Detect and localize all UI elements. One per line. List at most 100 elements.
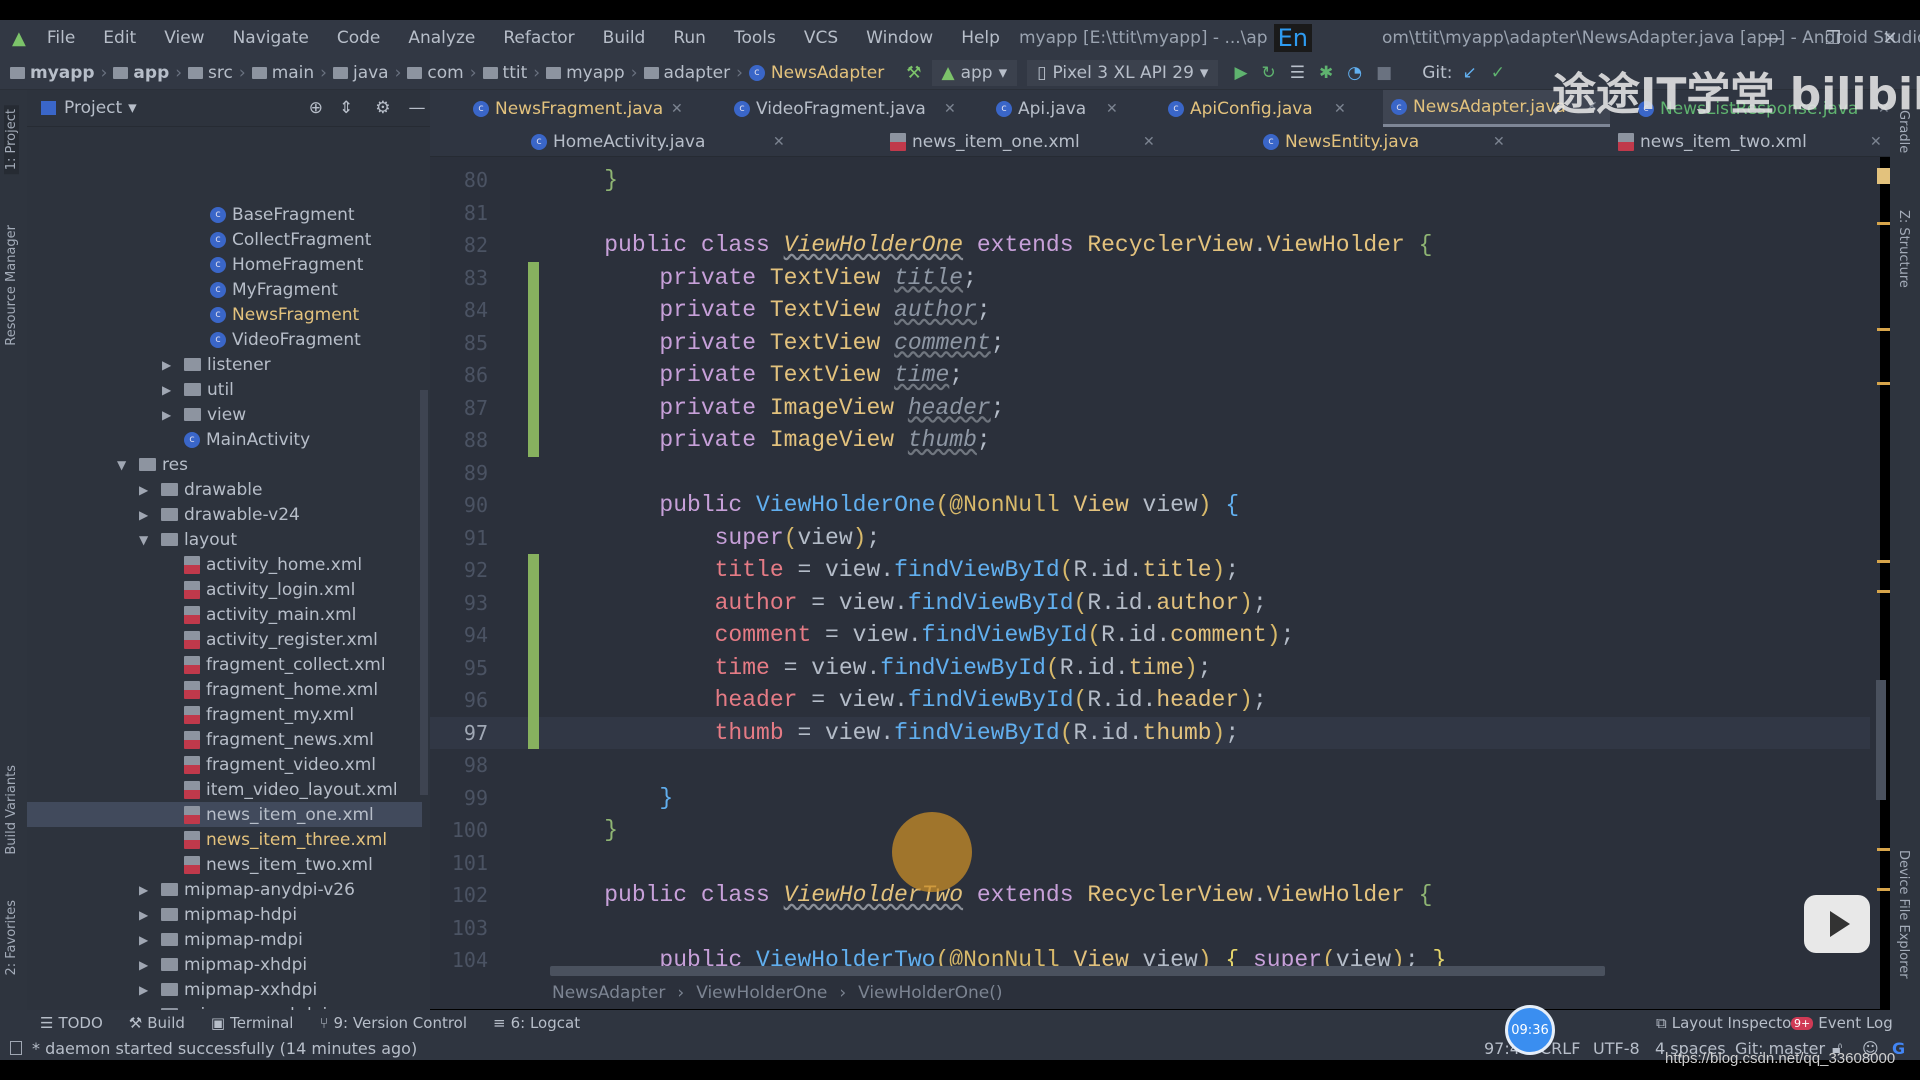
build-variants-tool-button[interactable]: Build Variants: [4, 765, 19, 855]
close-tab-icon[interactable]: ✕: [944, 101, 956, 117]
code-line[interactable]: public class ViewHolderTwo extends Recyc…: [549, 879, 1432, 911]
run-icon[interactable]: ▶: [1234, 63, 1247, 83]
code-line[interactable]: private TextView comment;: [549, 327, 1004, 359]
nav-crumb[interactable]: adapter ›: [643, 63, 743, 83]
editor-tab[interactable]: c ApiConfig.java ✕: [1160, 90, 1358, 127]
breadcrumb-class[interactable]: NewsAdapter: [540, 983, 677, 1003]
code-line[interactable]: time = view.findViewById(R.id.time);: [549, 652, 1212, 684]
code-line[interactable]: comment = view.findViewById(R.id.comment…: [549, 619, 1295, 651]
chevron-right-icon[interactable]: ▶: [139, 483, 148, 497]
nav-crumb[interactable]: java ›: [332, 63, 401, 83]
code-line[interactable]: public ViewHolderOne(@NonNull View view)…: [549, 489, 1239, 521]
resource-manager-tool-button[interactable]: Resource Manager: [4, 225, 19, 346]
profile-icon[interactable]: ◔: [1347, 63, 1362, 83]
nav-crumb[interactable]: myapp ›: [546, 63, 638, 83]
restore-button[interactable]: ❐: [1805, 20, 1861, 56]
editor-tab[interactable]: news_item_one.xml ✕: [882, 127, 1167, 156]
nav-crumb[interactable]: src ›: [188, 63, 246, 83]
code-line[interactable]: private TextView author;: [549, 294, 990, 326]
warning-marker[interactable]: [1877, 168, 1891, 184]
editor-tab[interactable]: c VideoFragment.java ✕: [726, 90, 968, 127]
menu-refactor[interactable]: Refactor: [496, 28, 581, 48]
menu-vcs[interactable]: VCS: [797, 28, 845, 48]
chevron-right-icon[interactable]: ▶: [162, 383, 171, 397]
favorites-tool-button[interactable]: 2: Favorites: [4, 900, 19, 976]
nav-crumb[interactable]: myapp ›: [10, 63, 107, 83]
close-tab-icon[interactable]: ✕: [1143, 134, 1155, 150]
code-line[interactable]: public class ViewHolderOne extends Recyc…: [549, 229, 1432, 261]
event-log-button[interactable]: 9+ Event Log: [1791, 1014, 1893, 1032]
chevron-right-icon[interactable]: ▶: [139, 508, 148, 522]
menu-view[interactable]: View: [157, 28, 211, 48]
code-line[interactable]: thumb = view.findViewById(R.id.thumb);: [549, 717, 1240, 749]
menu-build[interactable]: Build: [596, 28, 653, 48]
code-editor[interactable]: 80 } 81 82 public class ViewHolderOne exte…: [430, 157, 1880, 977]
stop-icon[interactable]: ■: [1376, 63, 1392, 83]
layout-inspector-button[interactable]: ⧉ Layout Inspector: [1656, 1014, 1797, 1032]
chevron-right-icon[interactable]: ▶: [139, 908, 148, 922]
project-tool-button[interactable]: 1: Project: [4, 105, 19, 175]
menu-help[interactable]: Help: [954, 28, 1007, 48]
apply-changes-icon[interactable]: ↻: [1262, 63, 1276, 83]
minimize-button[interactable]: —: [1745, 20, 1801, 56]
status-toggle-icon[interactable]: [10, 1041, 22, 1055]
nav-crumb[interactable]: com ›: [407, 63, 477, 83]
code-line[interactable]: }: [549, 782, 673, 814]
horizontal-scrollbar[interactable]: [550, 966, 1605, 976]
menu-file[interactable]: File: [40, 28, 82, 48]
menu-navigate[interactable]: Navigate: [226, 28, 316, 48]
device-select[interactable]: ▯ Pixel 3 XL API 29 ▾: [1027, 59, 1219, 86]
editor-tab[interactable]: c HomeActivity.java ✕: [523, 127, 797, 156]
close-tab-icon[interactable]: ✕: [671, 101, 683, 117]
code-line[interactable]: header = view.findViewById(R.id.header);: [549, 684, 1267, 716]
nav-crumb[interactable]: main ›: [251, 63, 327, 83]
nav-crumb[interactable]: app ›: [113, 63, 182, 83]
project-scrollbar[interactable]: [420, 390, 428, 795]
file-encoding[interactable]: UTF-8: [1593, 1039, 1640, 1058]
close-tab-icon[interactable]: ✕: [773, 134, 785, 150]
menu-code[interactable]: Code: [330, 28, 388, 48]
chevron-right-icon[interactable]: ▶: [162, 408, 171, 422]
code-line[interactable]: private TextView time;: [549, 359, 963, 391]
code-line[interactable]: author = view.findViewById(R.id.author);: [549, 587, 1267, 619]
close-tab-icon[interactable]: ✕: [1106, 101, 1118, 117]
chevron-down-icon[interactable]: ▼: [139, 533, 148, 547]
structure-tool-button[interactable]: Z: Structure: [1896, 210, 1911, 288]
debug-icon[interactable]: ✱: [1319, 63, 1333, 83]
chevron-down-icon[interactable]: ▼: [117, 458, 126, 472]
close-tab-icon[interactable]: ✕: [1334, 101, 1346, 117]
tree-item[interactable]: news_item_one.xml: [27, 802, 422, 827]
editor-tab[interactable]: c NewsEntity.java ✕: [1255, 127, 1517, 156]
chevron-right-icon[interactable]: ▶: [139, 933, 148, 947]
breadcrumb-method[interactable]: ViewHolderOne(): [846, 983, 1014, 1003]
code-line[interactable]: }: [549, 164, 618, 196]
menu-window[interactable]: Window: [859, 28, 940, 48]
tool-window-todo[interactable]: ☰ TODO: [40, 1014, 103, 1032]
code-line[interactable]: private TextView title;: [549, 262, 977, 294]
code-line[interactable]: private ImageView header;: [549, 392, 1004, 424]
git-commit-icon[interactable]: ✓: [1491, 63, 1505, 83]
close-tab-icon[interactable]: ✕: [1870, 134, 1882, 150]
hammer-icon[interactable]: ⚒: [906, 63, 921, 83]
chevron-right-icon[interactable]: ▶: [139, 983, 148, 997]
vertical-scrollbar[interactable]: [1876, 680, 1886, 800]
menu-edit[interactable]: Edit: [96, 28, 143, 48]
nav-crumb-current[interactable]: c NewsAdapter: [748, 63, 884, 83]
breadcrumb-inner-class[interactable]: ViewHolderOne: [684, 983, 839, 1003]
status-message[interactable]: * daemon started successfully (14 minute…: [32, 1039, 417, 1058]
editor-tab[interactable]: c NewsFragment.java ✕: [465, 90, 695, 127]
menu-tools[interactable]: Tools: [727, 28, 783, 48]
chevron-right-icon[interactable]: ▶: [139, 958, 148, 972]
tool-window--version-control[interactable]: ⑂ 9: Version Control: [319, 1014, 467, 1032]
editor-tab[interactable]: news_item_two.xml ✕: [1610, 127, 1894, 156]
chevron-right-icon[interactable]: ▶: [139, 883, 148, 897]
close-button[interactable]: ✕: [1862, 20, 1918, 56]
chevron-right-icon[interactable]: ▶: [162, 358, 171, 372]
code-line[interactable]: title = view.findViewById(R.id.title);: [549, 554, 1240, 586]
menu-analyze[interactable]: Analyze: [401, 28, 482, 48]
vcs-change-marker[interactable]: [528, 261, 539, 457]
coverage-icon[interactable]: ☰: [1290, 63, 1305, 83]
run-config-select[interactable]: ▲ app ▾: [931, 59, 1018, 86]
close-tab-icon[interactable]: ✕: [1493, 134, 1505, 150]
menu-run[interactable]: Run: [666, 28, 713, 48]
